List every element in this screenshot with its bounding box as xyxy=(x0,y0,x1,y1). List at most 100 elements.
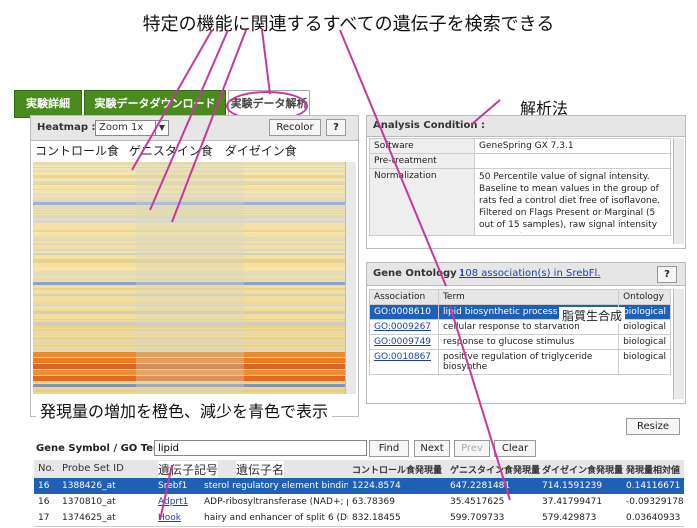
go-col-association: Association xyxy=(369,289,439,305)
zoom-value: Zoom 1x xyxy=(99,122,144,133)
go-col-ontology: Ontology xyxy=(618,289,671,305)
cell-symbol[interactable]: Adprt1 xyxy=(158,494,188,510)
cell-genistein: 35.4517625 xyxy=(450,497,505,507)
heatmap-help-button[interactable]: ? xyxy=(326,119,346,136)
cell-no: 16 xyxy=(38,497,50,507)
go-ontology: biological xyxy=(618,349,671,375)
top-annotation: 特定の機能に関連するすべての遺伝子を検索できる xyxy=(142,14,555,35)
analysis-table: Software GeneSpring GX 7.3.1 Pre-treatme… xyxy=(369,138,671,236)
analysis-row-software: Software GeneSpring GX 7.3.1 xyxy=(369,138,671,154)
analysis-scrollbar[interactable] xyxy=(673,138,684,244)
go-id[interactable]: GO:0009749 xyxy=(369,334,439,350)
cell-ratio: 0.03640933 xyxy=(626,513,681,523)
next-button[interactable]: Next xyxy=(414,440,450,457)
go-id[interactable]: GO:0010867 xyxy=(369,349,439,375)
heatmap-scrollbar[interactable] xyxy=(345,162,356,394)
results-header: No. Probe Set ID 遺伝子記号 遺伝子名 コントロール食発現量 ゲ… xyxy=(34,460,684,479)
tab-data-download[interactable]: 実験データダウンロード xyxy=(84,90,226,118)
cell-control: 832.18455 xyxy=(352,513,401,523)
results-table: No. Probe Set ID 遺伝子記号 遺伝子名 コントロール食発現量 ゲ… xyxy=(34,460,684,528)
go-col-term: Term xyxy=(437,289,620,305)
analysis-value: 50 Percentile value of signal intensity.… xyxy=(479,172,661,233)
go-ontology: biological xyxy=(618,304,671,320)
cell-probe: 1388426_at xyxy=(62,481,116,491)
column-label-control: コントロール食 xyxy=(35,144,120,158)
analysis-key: Normalization xyxy=(369,168,475,236)
cell-genistein: 647.2281481 xyxy=(450,481,511,491)
column-label-genistein: ゲニスタイン食 xyxy=(128,144,213,158)
lipid-annotation: 脂質生合成 xyxy=(559,307,626,324)
go-term: positive regulation of triglyceride bios… xyxy=(437,349,620,375)
go-scrollbar[interactable] xyxy=(673,289,684,399)
heatmap-label: Heatmap : xyxy=(37,122,96,133)
go-term: response to glucose stimulus xyxy=(437,334,620,350)
recolor-button[interactable]: Recolor xyxy=(269,119,321,136)
cell-name: hairy and enhancer of split 6 (Dros xyxy=(204,513,348,523)
analysis-row-normalization: Normalization 50 Percentile value of sig… xyxy=(369,168,671,236)
heatmap-column-labels: コントロール食 ゲニスタイン食 ダイゼイン食 xyxy=(35,142,335,160)
cell-no: 17 xyxy=(38,513,50,523)
cell-control: 63.78369 xyxy=(352,497,395,507)
cell-no: 16 xyxy=(38,481,50,491)
cell-probe: 1370810_at xyxy=(62,497,116,507)
cell-symbol[interactable]: Hook xyxy=(158,510,181,526)
col-ratio: 発現量相対値 xyxy=(626,466,681,476)
cell-ratio: -0.09329178 xyxy=(626,497,684,507)
analysis-value-cell: 50 Percentile value of signal intensity.… xyxy=(474,168,671,236)
go-label: Gene Ontology : xyxy=(373,268,465,279)
go-header: Gene Ontology : 108 association(s) in Sr… xyxy=(367,263,685,286)
tab-experiment-details[interactable]: 実験詳細 xyxy=(14,90,82,118)
prev-button[interactable]: Prev xyxy=(454,440,490,457)
cell-daidzein: 579.429873 xyxy=(542,513,597,523)
search-input[interactable] xyxy=(154,440,367,456)
go-row-selected[interactable]: GO:0008610 lipid biosynthetic process bi… xyxy=(369,304,671,320)
find-button[interactable]: Find xyxy=(369,440,409,457)
table-row[interactable]: 16 1388426_at Srebf1 sterol regulatory elem… xyxy=(34,478,684,495)
zoom-select[interactable]: Zoom 1x xyxy=(95,120,156,136)
col-symbol: 遺伝子記号 xyxy=(158,461,219,478)
table-row[interactable]: 17 1374625_at Hook hairy and enhancer of sp… xyxy=(34,510,684,527)
analysis-value xyxy=(474,153,671,169)
col-daidzein: ダイゼイン食発現量 xyxy=(542,466,624,476)
go-ontology: biological xyxy=(618,319,671,335)
gene-ontology-panel: Gene Ontology : 108 association(s) in Sr… xyxy=(366,262,686,404)
cell-ratio: 0.14116671 xyxy=(626,481,681,491)
go-table: Association Term Ontology GO:0008610 lip… xyxy=(369,289,671,375)
go-row[interactable]: GO:0009267 cellular response to starvati… xyxy=(369,319,671,335)
col-genistein: ゲニスタイン食発現量 xyxy=(450,466,541,476)
cell-daidzein: 714.1591239 xyxy=(542,481,603,491)
heatmap-panel: Heatmap : Zoom 1x ▼ Recolor ? コントロール食 ゲニ… xyxy=(30,115,359,417)
col-probe: Probe Set ID xyxy=(62,463,124,474)
go-row[interactable]: GO:0009749 response to glucose stimulus … xyxy=(369,334,671,350)
col-name: 遺伝子名 xyxy=(236,461,285,478)
analysis-title: Analysis Condition : xyxy=(367,116,685,137)
cell-probe: 1374625_at xyxy=(62,513,116,523)
analysis-row-pretreatment: Pre-treatment xyxy=(369,153,671,169)
cell-symbol[interactable]: Srebf1 xyxy=(158,478,187,494)
cell-daidzein: 37.41799471 xyxy=(542,497,603,507)
go-ontology: biological xyxy=(618,334,671,350)
go-id[interactable]: GO:0008610 xyxy=(369,304,439,320)
go-association-link[interactable]: 108 association(s) in SrebFl. xyxy=(459,268,600,279)
go-row[interactable]: GO:0010867 positive regulation of trigly… xyxy=(369,349,671,375)
go-help-button[interactable]: ? xyxy=(657,266,677,283)
col-no: No. xyxy=(38,463,55,474)
table-row[interactable]: 16 1370810_at Adprt1 ADP-ribosyltransferase… xyxy=(34,494,684,511)
cell-control: 1224.8574 xyxy=(352,481,401,491)
cell-genistein: 599.709733 xyxy=(450,513,505,523)
chevron-down-icon[interactable]: ▼ xyxy=(155,120,169,136)
clear-button[interactable]: Clear xyxy=(494,440,536,457)
heatmap-header: Heatmap : Zoom 1x ▼ Recolor ? xyxy=(31,116,358,141)
column-label-daidzein: ダイゼイン食 xyxy=(224,144,297,158)
go-header-row: Association Term Ontology xyxy=(369,289,671,305)
analysis-key: Pre-treatment xyxy=(369,153,475,169)
resize-button[interactable]: Resize xyxy=(626,418,680,435)
cell-name: ADP-ribosyltransferase (NAD+; pol xyxy=(204,497,348,507)
heatmap-image[interactable] xyxy=(33,162,345,394)
go-id[interactable]: GO:0009267 xyxy=(369,319,439,335)
analysis-condition-panel: Analysis Condition : Software GeneSpring… xyxy=(366,115,686,249)
analysis-value: GeneSpring GX 7.3.1 xyxy=(474,138,671,154)
cell-name: sterol regulatory element binding fa xyxy=(204,481,348,491)
analysis-key: Software xyxy=(369,138,475,154)
col-control: コントロール食発現量 xyxy=(352,466,443,476)
